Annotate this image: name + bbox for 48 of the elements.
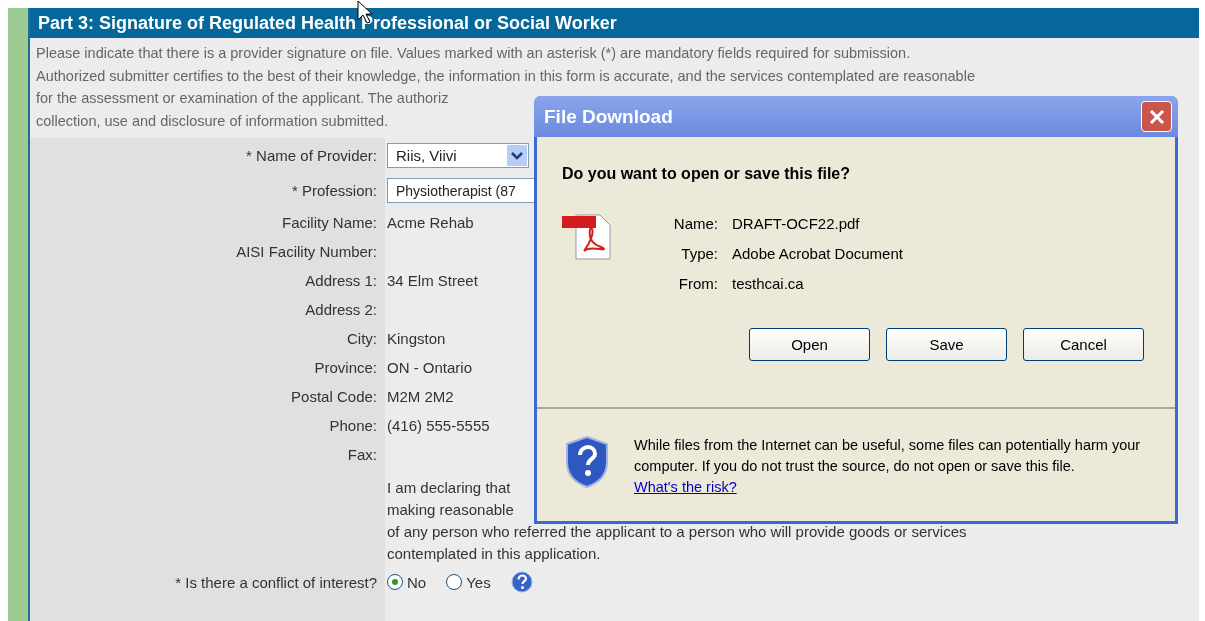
field-label: Fax: [347,446,377,463]
warning-text: While files from the Internet can be useful, some files can potentially harm your computer. If you do not trust the source, do not open or save this file. What's the risk? [634,436,1142,497]
risk-link[interactable]: What's the risk? [634,479,737,495]
field-label: Address 1: [305,272,377,289]
close-button[interactable] [1141,101,1172,132]
declaration-text: contemplated in this application. [387,544,601,564]
field-label: City: [347,330,377,347]
field-label: * Profession: [291,182,377,199]
detail-label: From: [677,275,718,292]
field-value: (416) 555-5555 [387,417,490,434]
dialog-title: File Download [544,105,673,128]
detail-label: Name: [672,215,718,232]
field-label: Address 2: [305,301,377,318]
field-value: Acme Rehab [387,214,474,231]
declaration-text: I am declaring that [387,478,511,498]
detail-value: DRAFT-OCF22.pdf [732,215,861,232]
field-label: Postal Code: [291,388,377,405]
intro-text: Please indicate that there is a provider signature on file. Values marked with an asterisk (*) are mandatory fields required for submission. [36,44,911,63]
detail-value: Adobe Acrobat Document [732,245,903,262]
field-label: * Name of Provider: [246,147,377,164]
close-icon [1148,108,1165,125]
provider-select[interactable]: Riis, Viivi [387,143,529,168]
field-label: * Is there a conflict of interest? [175,573,377,591]
radio-option[interactable]: Yes [446,573,503,591]
shield-help-icon [565,435,609,489]
dialog-button[interactable]: Save [886,328,1007,361]
field-value: ON - Ontario [387,359,473,376]
declaration-text: making reasonable [387,500,514,520]
field-label: Phone: [329,417,377,434]
pdf-file-icon [562,213,614,261]
intro-text: Authorized submitter certifies to the best of their knowledge, the information in this form is accurate, and the services contemplated are reasonable [36,66,975,86]
dialog-button[interactable]: Open [749,328,870,361]
field-value: 34 Elm Street [387,272,478,289]
field-label: Facility Name: [281,214,377,231]
field-value: M2M 2M2 [387,388,454,405]
intro-text: for the assessment or examination of the applicant. The authoriz [36,89,449,108]
field-value: Kingston [387,330,446,347]
dialog-button[interactable]: Cancel [1023,328,1144,361]
declaration-text: of any person who referred the applicant to a person who will provide goods or services [387,522,967,542]
field-label: AISI Facility Number: [236,243,377,260]
detail-value: testhcai.ca [732,275,805,292]
section-title: Part 3: Signature of Regulated Health Professional or Social Worker [30,8,1199,38]
dropdown-icon[interactable] [507,145,527,166]
detail-label: Type: [680,245,718,262]
help-icon[interactable] [510,571,533,593]
intro-text: collection, use and disclosure of information submitted. [36,111,389,131]
field-label: Province: [314,359,377,376]
radio-option[interactable]: No [387,573,439,591]
